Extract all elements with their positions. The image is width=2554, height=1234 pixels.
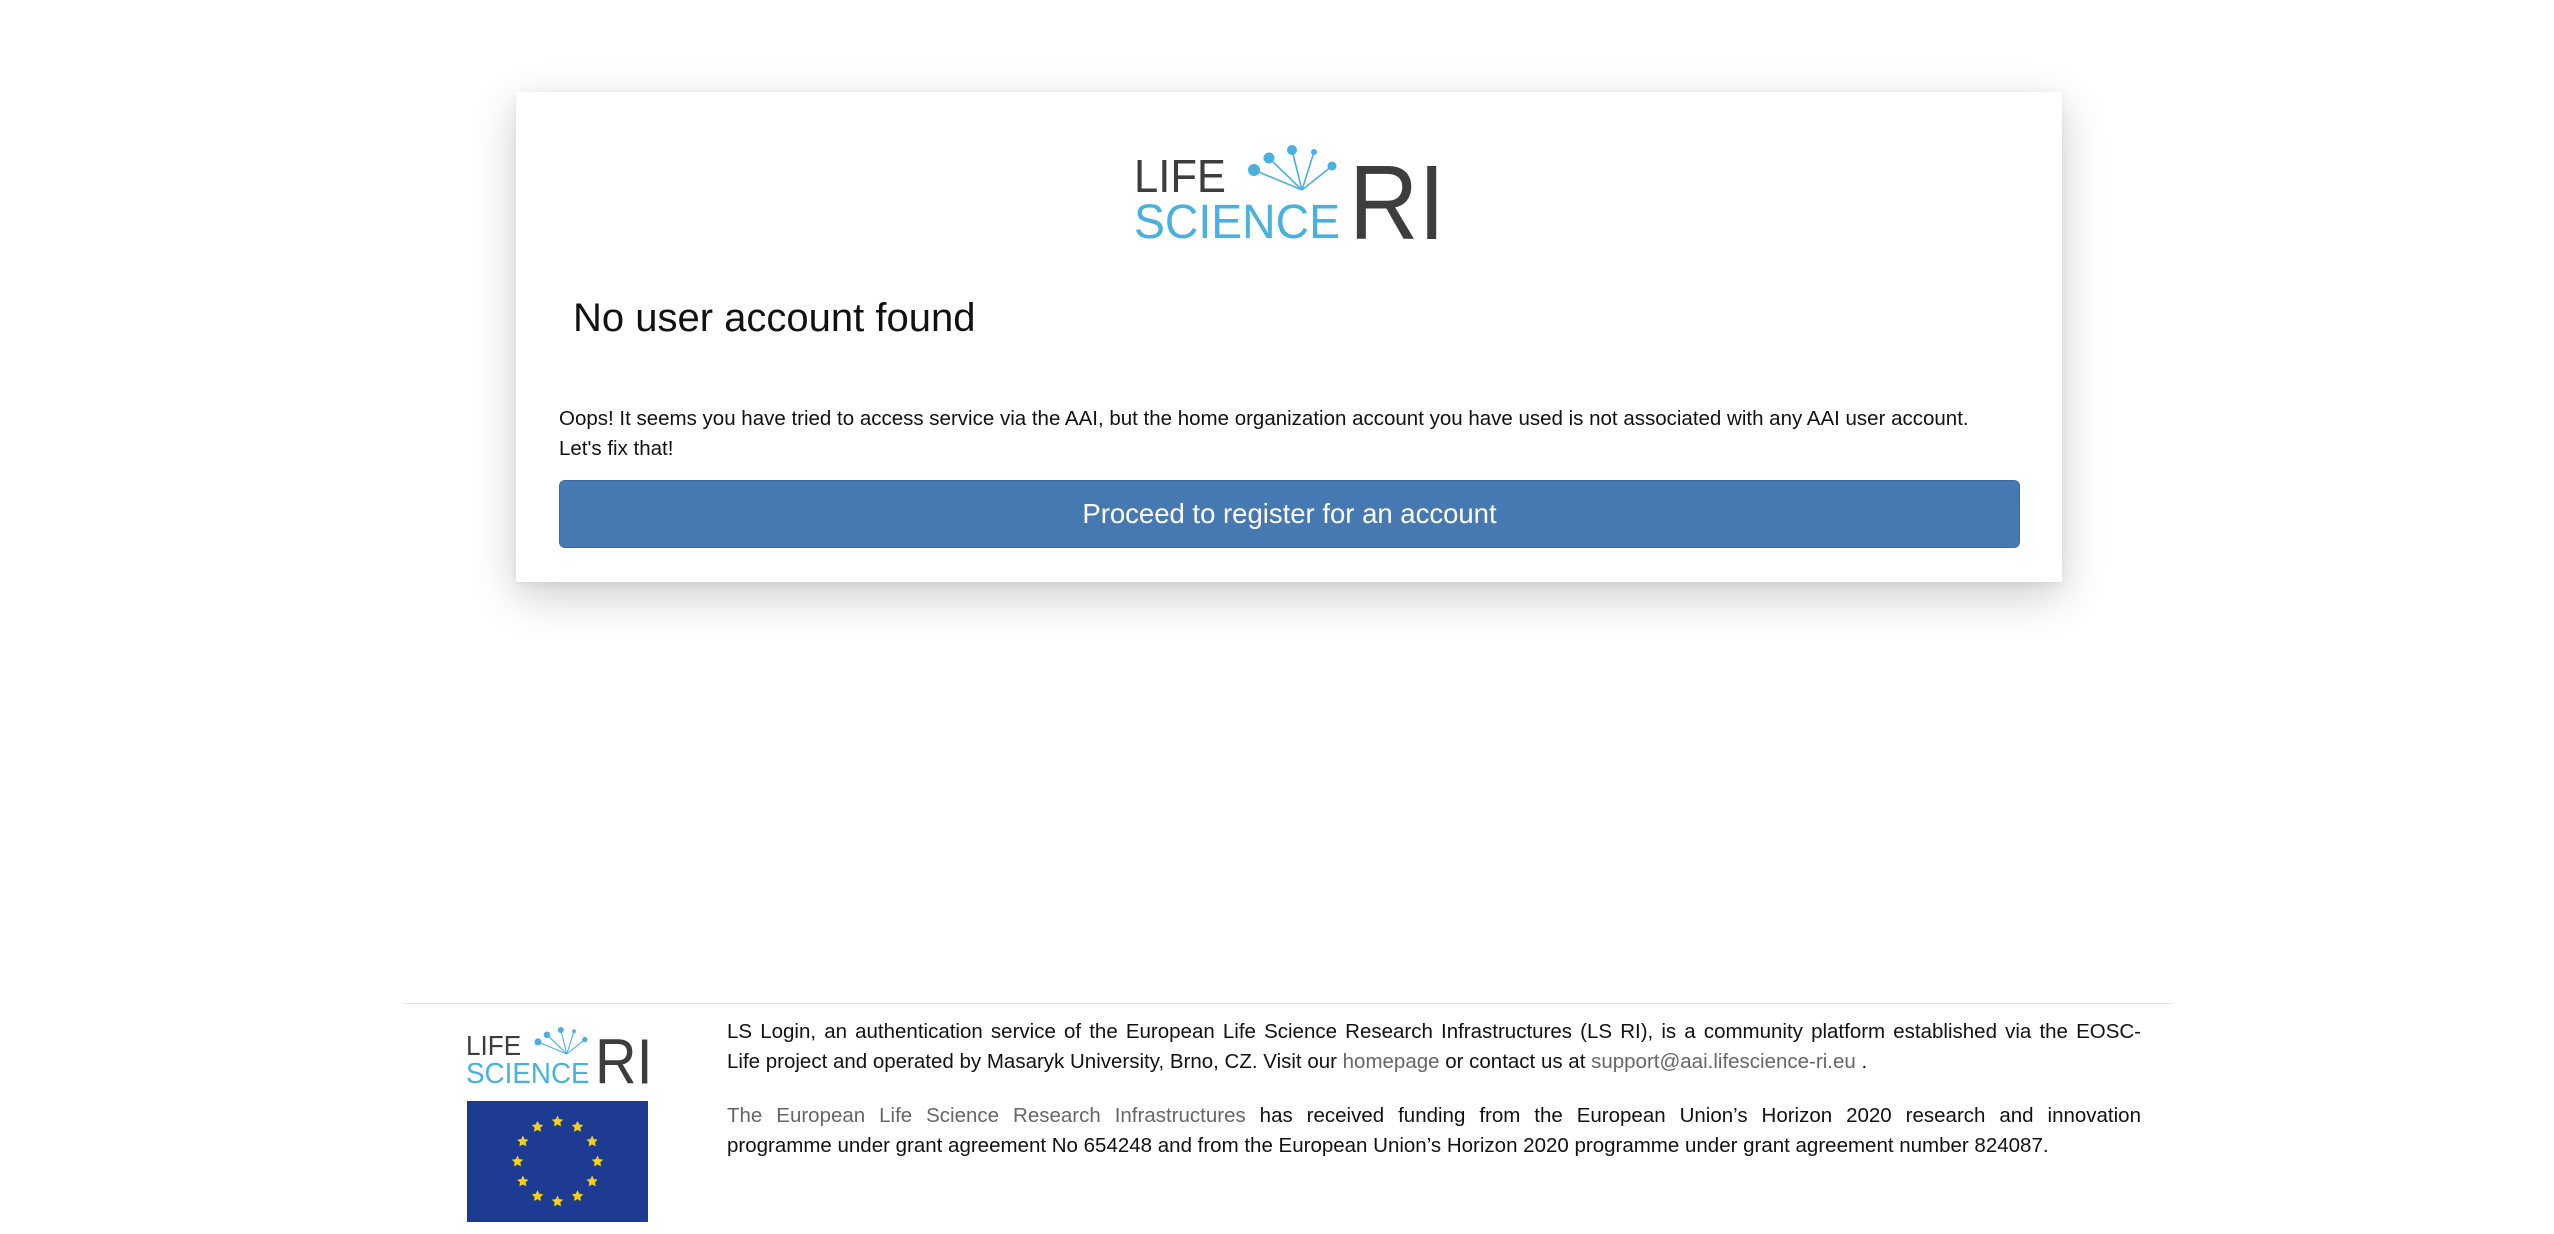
footer-divider xyxy=(404,1003,2172,1004)
error-message: Oops! It seems you have tried to access … xyxy=(559,404,2029,464)
page-title: No user account found xyxy=(573,296,976,340)
logo-word-ri: RI xyxy=(1349,144,1444,240)
logo-word-life: LIFE xyxy=(1134,150,1226,202)
homepage-link[interactable]: homepage xyxy=(1343,1050,1440,1073)
logo-antenna-icon xyxy=(1248,145,1337,191)
footer-funding-text-a: has received funding from the European U… xyxy=(1245,1104,2141,1127)
footer-logo-antenna-icon xyxy=(534,1027,588,1055)
register-account-button[interactable]: Proceed to register for an account xyxy=(559,480,2020,548)
footer-life-science-ri-logo: LIFE SCIENCE RI xyxy=(466,1026,652,1086)
no-account-card: LIFE SCIENCE RI No user account found Oo… xyxy=(516,92,2062,582)
error-message-line-1: Oops! It seems you have tried to access … xyxy=(559,407,1969,430)
footer-about-text-b: or contact us at xyxy=(1439,1050,1592,1073)
footer-about-text-a: Life project and operated by Masaryk Uni… xyxy=(727,1050,1343,1073)
eu-flag-icon xyxy=(467,1101,648,1222)
life-science-ri-logo: LIFE SCIENCE RI xyxy=(1134,144,1444,240)
footer-about-text-c: . xyxy=(1855,1050,1868,1073)
footer-logo-word-science: SCIENCE xyxy=(466,1058,590,1086)
footer-funding-paragraph: The European Life Science Research Infra… xyxy=(727,1101,2141,1161)
footer-logo-word-life: LIFE xyxy=(466,1030,521,1061)
footer-about-paragraph: LS Login, an authentication service of t… xyxy=(727,1017,2141,1077)
error-message-line-2: Let's fix that! xyxy=(559,437,674,460)
page: LIFE SCIENCE RI No user account found Oo… xyxy=(0,0,2554,1234)
support-email-link[interactable]: support@aai.lifescience-ri.eu xyxy=(1591,1050,1856,1073)
footer-logo-word-ri: RI xyxy=(595,1026,652,1086)
footer-text: LS Login, an authentication service of t… xyxy=(727,1017,2141,1157)
ls-ri-link[interactable]: The European Life Science Research Infra… xyxy=(727,1104,1246,1127)
footer-funding-line-2: programme under grant agreement No 65424… xyxy=(727,1134,2049,1157)
footer-about-line-2: Life project and operated by Masaryk Uni… xyxy=(727,1047,2141,1077)
footer-funding-line-1: The European Life Science Research Infra… xyxy=(727,1101,2141,1131)
footer-about-line-1: LS Login, an authentication service of t… xyxy=(727,1020,2141,1043)
logo-word-science: SCIENCE xyxy=(1134,196,1340,240)
